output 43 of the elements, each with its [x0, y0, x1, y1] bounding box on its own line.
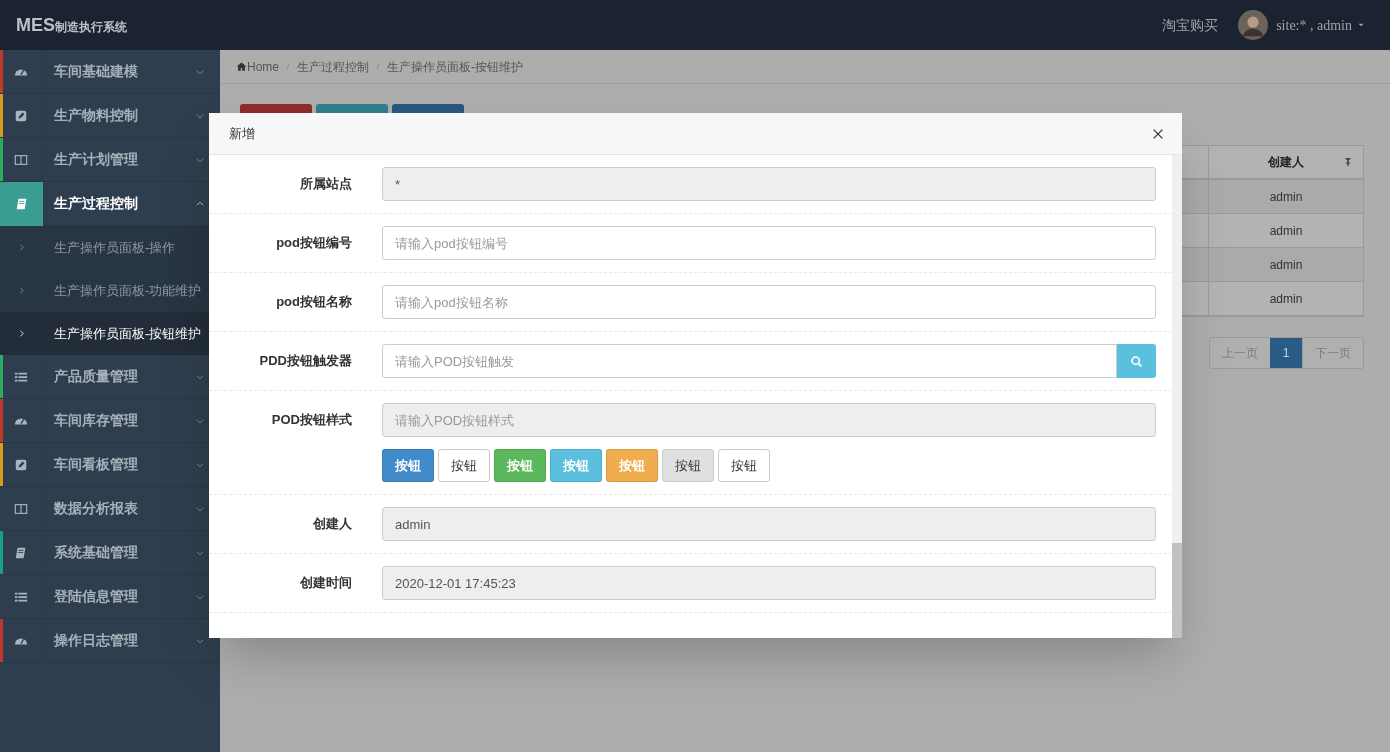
- slash-icon: [374, 61, 382, 72]
- input-field[interactable]: 请输入POD按钮触发: [382, 344, 1117, 378]
- field-label: pod按钮名称: [275, 293, 352, 311]
- table-cell-text: admin: [1268, 290, 1304, 308]
- field-label: pod按钮编号: [275, 234, 352, 252]
- home-icon: [236, 61, 247, 72]
- breadcrumb-link[interactable]: 生产过程控制: [297, 57, 369, 76]
- avatar-icon: [1238, 10, 1269, 40]
- scrollbar[interactable]: [1172, 155, 1182, 638]
- chevron-right-icon: [17, 329, 26, 338]
- table-cell-text: admin: [1268, 188, 1304, 206]
- table-cell-text: admin: [1268, 256, 1304, 274]
- breadcrumb-link[interactable]: Home: [247, 57, 279, 76]
- columns-icon: [14, 501, 28, 516]
- field-label: 创建人: [312, 515, 352, 533]
- table-cell-text: admin: [1268, 222, 1304, 240]
- sidebar-item[interactable]: 操作日志管理: [0, 619, 220, 663]
- pencil-icon: [14, 108, 28, 123]
- sidebar-item[interactable]: 车间基础建模: [0, 50, 220, 94]
- field-label: POD按钮样式: [270, 411, 352, 429]
- input-field[interactable]: 请输入pod按钮编号: [382, 226, 1156, 260]
- search-button[interactable]: [1117, 344, 1156, 378]
- breadcrumb-link[interactable]: 生产操作员面板-按钮维护: [387, 57, 523, 76]
- field-label: 创建时间: [299, 574, 352, 592]
- chevron-right-icon: [17, 286, 26, 295]
- pin-icon: [1343, 157, 1353, 167]
- user-menu[interactable]: site:* , admin: [1238, 10, 1366, 40]
- book-icon: [14, 545, 28, 560]
- input-field[interactable]: 请输入pod按钮名称: [382, 285, 1156, 319]
- shop-link[interactable]: 淘宝购买: [1162, 14, 1219, 36]
- logo-text: MES: [16, 13, 55, 37]
- field-label: 所属站点: [299, 175, 352, 193]
- modal-title: 新增: [229, 124, 256, 143]
- column-header[interactable]: 创建人: [1209, 146, 1363, 178]
- page-button[interactable]: 1: [1270, 338, 1302, 368]
- columns-icon: [14, 152, 28, 167]
- pencil-icon: [14, 457, 28, 472]
- slash-icon: [284, 61, 292, 72]
- logo-subtitle: 制造执行系统: [55, 19, 127, 36]
- search-icon: [1130, 354, 1143, 368]
- chevron-right-icon: [17, 243, 26, 252]
- book-icon: [14, 196, 29, 211]
- field-label: PDD按钮触发器: [258, 352, 352, 370]
